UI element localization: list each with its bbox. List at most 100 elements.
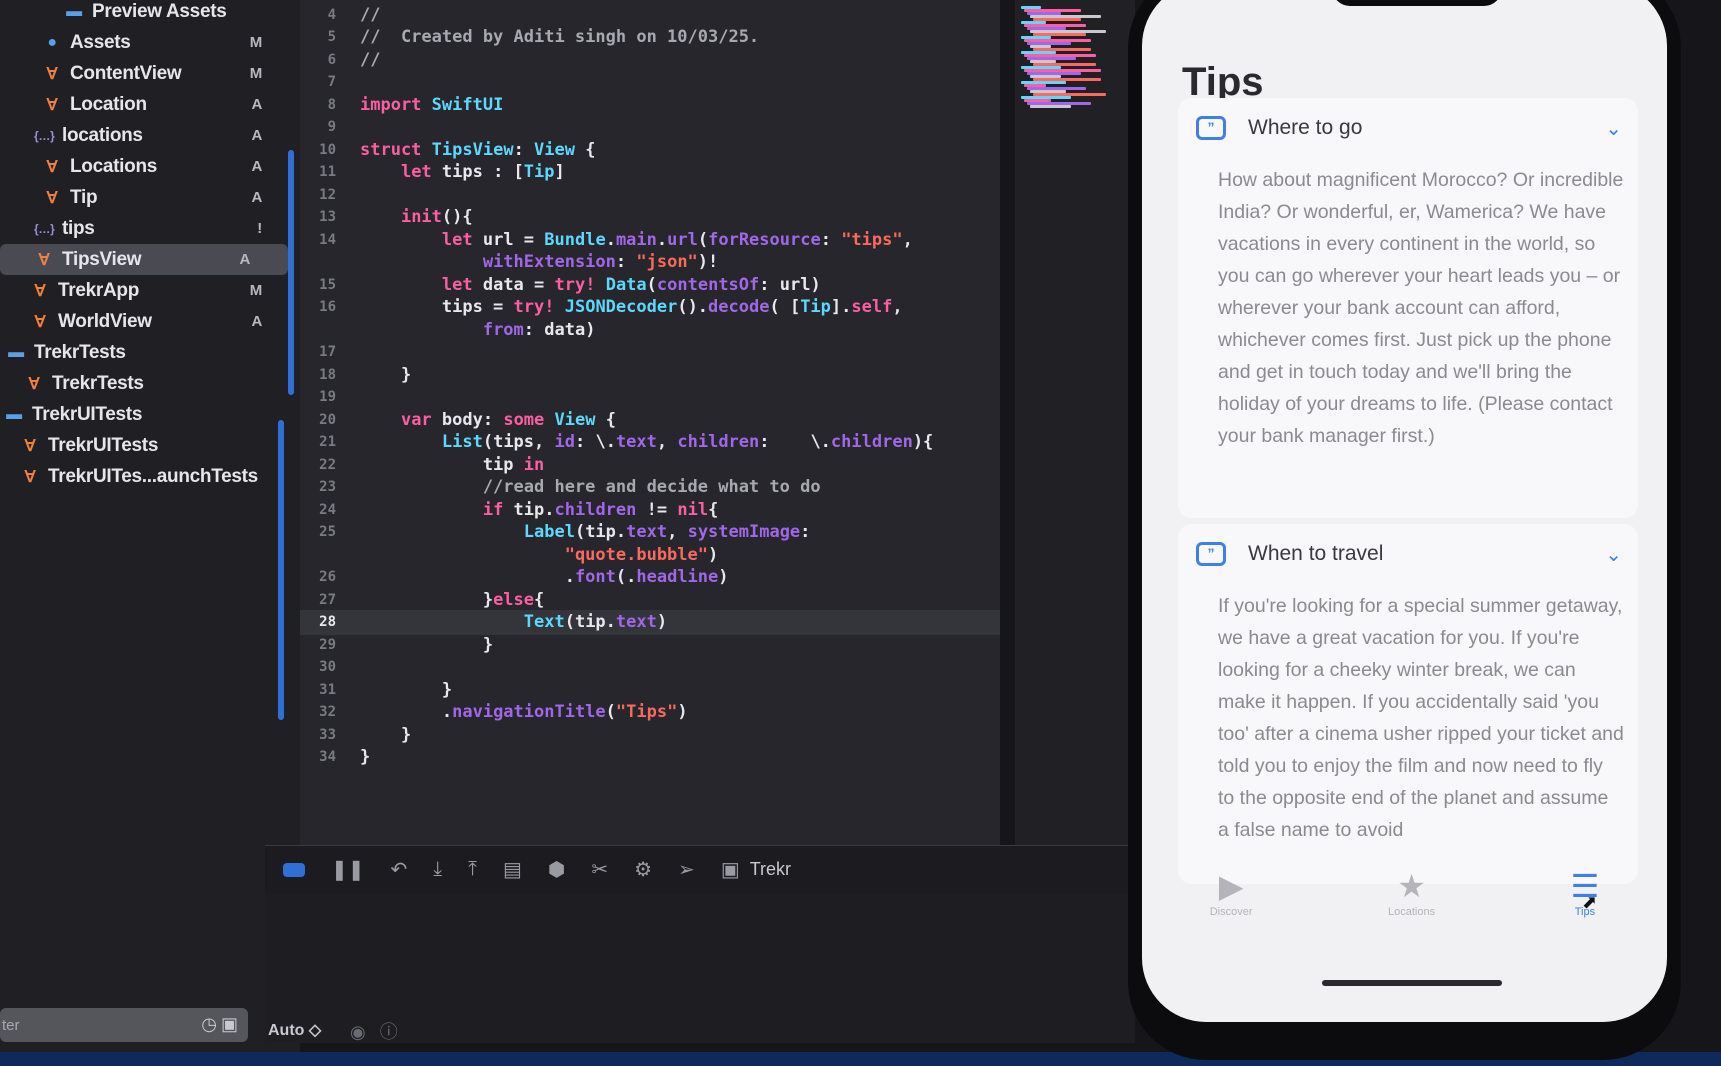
- code-text: .navigationTitle("Tips"): [360, 702, 688, 722]
- line-number: 20: [319, 411, 336, 428]
- code-line[interactable]: 32 .navigationTitle("Tips"): [300, 700, 1000, 725]
- code-line[interactable]: "quote.bubble"): [300, 542, 1000, 567]
- navigator-item[interactable]: Ɐ TrekrApp M: [0, 275, 300, 306]
- location-arrow-icon[interactable]: ➢: [678, 857, 695, 882]
- code-line[interactable]: 13 init(){: [300, 205, 1000, 230]
- code-line[interactable]: 20 var body: some View {: [300, 407, 1000, 432]
- code-line[interactable]: 14 let url = Bundle.main.url(forResource…: [300, 227, 1000, 252]
- step-into-icon[interactable]: ⤓: [433, 858, 442, 881]
- code-line[interactable]: 11 let tips : [Tip]: [300, 160, 1000, 185]
- code-line[interactable]: withExtension: "json")!: [300, 250, 1000, 275]
- folder-icon: ▬: [66, 2, 82, 20]
- navigator-item[interactable]: Ɐ Location A: [0, 89, 300, 120]
- line-number: 6: [327, 51, 336, 68]
- chevron-down-icon[interactable]: ⌄: [1605, 116, 1622, 141]
- code-line[interactable]: 10 struct TipsView: View {: [300, 137, 1000, 162]
- tip-header[interactable]: ” Where to go ⌄: [1178, 98, 1638, 158]
- home-indicator[interactable]: [1322, 980, 1502, 986]
- navigator-item[interactable]: Ɐ Locations A: [0, 151, 300, 182]
- tip-title: When to travel: [1248, 542, 1384, 565]
- navigator-item-label: ContentView: [70, 62, 182, 84]
- view-hierarchy-icon[interactable]: ▤: [503, 857, 522, 882]
- navigator-item[interactable]: ● Assets M: [0, 27, 300, 58]
- code-line[interactable]: 8 import SwiftUI: [300, 92, 1000, 117]
- code-line[interactable]: 22 tip in: [300, 452, 1000, 477]
- chevron-down-icon[interactable]: ⌄: [1605, 542, 1622, 567]
- source-editor[interactable]: 4 // 5 // Created by Aditi singh on 10/03/2…: [278, 0, 1000, 850]
- code-line[interactable]: 5 // Created by Aditi singh on 10/03/25.: [300, 25, 1000, 50]
- code-line[interactable]: 19: [300, 385, 1000, 410]
- code-line[interactable]: 28 Text(tip.text): [300, 609, 1000, 635]
- navigator-item[interactable]: Ɐ TrekrUITes...aunchTests: [0, 461, 300, 492]
- line-number: 10: [319, 141, 336, 158]
- info-icon[interactable]: ⓘ: [380, 1022, 412, 1042]
- mouse-pointer-icon: ⬈: [1582, 892, 1598, 912]
- code-line[interactable]: 12: [300, 182, 1000, 207]
- simulate-location-icon[interactable]: ⚙: [634, 857, 652, 882]
- code-text: .font(.headline): [360, 567, 729, 587]
- tip-section-when-to-travel[interactable]: ” When to travel ⌄ If you're looking for…: [1178, 524, 1638, 884]
- navigator-item-label: TipsView: [62, 248, 142, 270]
- navigator-item[interactable]: ▬ TrekrUITests: [0, 399, 300, 430]
- code-line[interactable]: 6 //: [300, 47, 1000, 72]
- minimap[interactable]: [1015, 0, 1135, 850]
- code-line[interactable]: 31 }: [300, 677, 1000, 702]
- recent-files-icon[interactable]: ◷: [201, 1014, 221, 1034]
- line-number: 16: [319, 299, 336, 315]
- swift-file-icon: Ɐ: [46, 189, 58, 207]
- pause-icon[interactable]: ❚❚: [331, 857, 365, 882]
- code-line[interactable]: 21 List(tips, id: \.text, children: \.ch…: [300, 430, 1000, 455]
- code-line[interactable]: 27 }else{: [300, 587, 1000, 612]
- code-line[interactable]: from: data): [300, 317, 1000, 342]
- navigator-item[interactable]: Ɐ TipsView A: [0, 244, 288, 275]
- code-line[interactable]: 24 if tip.children != nil{: [300, 497, 1000, 522]
- eye-icon[interactable]: ◉: [350, 1022, 380, 1042]
- code-line[interactable]: 16 tips = try! JSONDecoder().decode( [Ti…: [300, 295, 1000, 320]
- code-line[interactable]: 18 }: [300, 362, 1000, 387]
- code-line[interactable]: 17: [300, 340, 1000, 365]
- navigator-item-label: TrekrTests: [34, 341, 126, 363]
- navigator-item[interactable]: {…} locations A: [0, 120, 300, 151]
- swift-file-icon: Ɐ: [34, 282, 46, 300]
- scm-status-badge: A: [251, 158, 262, 175]
- navigator-item[interactable]: Ɐ WorldView A: [0, 306, 300, 337]
- scm-filter-icon[interactable]: ▣: [221, 1014, 242, 1034]
- step-over-icon[interactable]: ↶: [391, 857, 408, 882]
- code-line[interactable]: 29 }: [300, 632, 1000, 657]
- code-line[interactable]: 33 }: [300, 722, 1000, 747]
- navigator-item[interactable]: Ɐ ContentView M: [0, 58, 300, 89]
- memory-graph-icon[interactable]: ⬢: [548, 857, 565, 882]
- code-line[interactable]: 15 let data = try! Data(contentsOf: url): [300, 272, 1000, 297]
- change-bar: [278, 420, 284, 720]
- code-line[interactable]: 4 //: [300, 2, 1000, 27]
- json-file-icon: {…}: [34, 221, 55, 236]
- navigator-item[interactable]: {…} tips!: [0, 213, 300, 244]
- code-line[interactable]: 26 .font(.headline): [300, 565, 1000, 590]
- navigator-item[interactable]: ▬ TrekrTests: [0, 337, 300, 368]
- navigator-filter-field[interactable]: ter ◷▣: [0, 1008, 248, 1042]
- tip-section-where-to-go[interactable]: ” Where to go ⌄ How about magnificent Mo…: [1178, 98, 1638, 518]
- code-text: }: [360, 634, 494, 655]
- code-line[interactable]: 7: [300, 70, 1000, 95]
- code-line[interactable]: 9: [300, 115, 1000, 140]
- navigator-item[interactable]: Ɐ Tip A: [0, 182, 300, 213]
- filter-options[interactable]: ◷▣: [201, 1014, 242, 1035]
- variables-view-mode[interactable]: Auto ◇: [268, 1020, 321, 1040]
- step-out-icon[interactable]: ⤒: [468, 858, 477, 881]
- code-line[interactable]: 34}: [300, 745, 1000, 770]
- simulator-screen[interactable]: Tips ” Where to go ⌄ How about magnifice…: [1142, 0, 1667, 1022]
- code-line[interactable]: 25 Label(tip.text, systemImage:: [300, 520, 1000, 545]
- tab-discover[interactable]: ▶ Discover: [1210, 868, 1253, 918]
- navigator-item[interactable]: Ɐ TrekrUITests: [0, 430, 300, 461]
- scheme-label[interactable]: Trekr: [750, 859, 791, 880]
- code-line[interactable]: 23 //read here and decide what to do: [300, 475, 1000, 500]
- navigator-item[interactable]: ▬ Preview Assets: [0, 0, 300, 27]
- environment-icon[interactable]: ✂: [591, 857, 608, 882]
- tab-locations[interactable]: ★ Locations: [1388, 868, 1435, 918]
- breakpoint-toggle-icon[interactable]: [283, 862, 305, 877]
- code-text: //read here and decide what to do: [360, 477, 821, 497]
- navigator-item[interactable]: Ɐ TrekrTests: [0, 368, 300, 399]
- debug-bar: ❚❚ ↶ ⤓ ⤒ ▤ ⬢ ✂ ⚙ ➢ ▣ Trekr: [265, 845, 1135, 893]
- code-line[interactable]: 30: [300, 655, 1000, 680]
- tip-header[interactable]: ” When to travel ⌄: [1178, 524, 1638, 584]
